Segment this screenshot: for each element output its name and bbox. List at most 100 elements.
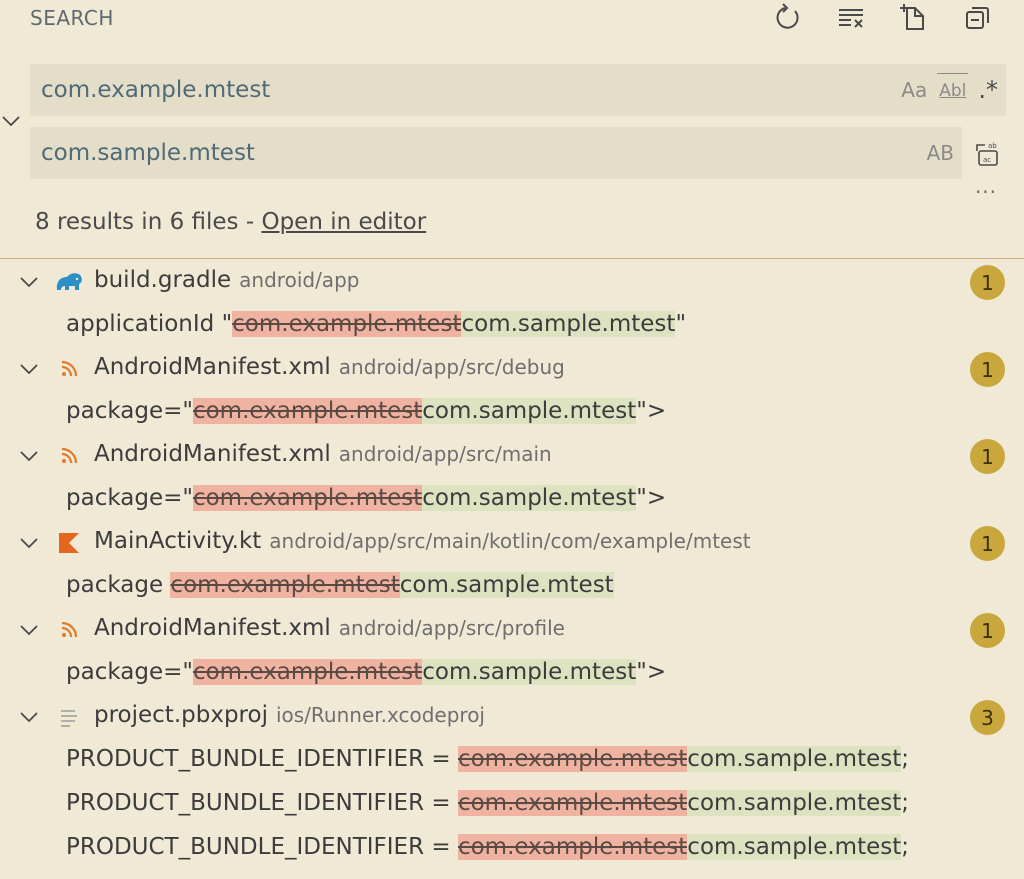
file-name[interactable]: AndroidManifest.xml android/app/src/debug [94,354,565,380]
search-panel: SEARCH com.example.mtest Aa Abl .* com.s… [0,0,1024,879]
removed-text: com.example.mtest [457,834,688,860]
added-text: com.sample.mtest [461,311,676,337]
divider [0,258,1024,259]
added-text: com.sample.mtest [422,398,637,424]
chevron-down-icon[interactable] [16,269,42,295]
match-suffix: ; [901,834,909,860]
match-count-badge: 1 [970,352,1005,387]
match-count-badge: 1 [970,265,1005,300]
gradle-elephant-icon [54,268,84,296]
chevron-down-icon[interactable] [16,443,42,469]
match-prefix: PRODUCT_BUNDLE_IDENTIFIER = [66,834,458,860]
file-row[interactable]: AndroidManifest.xml android/app/src/main 1 [0,434,1024,477]
added-text: com.sample.mtest [687,790,902,816]
svg-text:ac: ac [983,156,991,164]
new-search-editor-icon[interactable] [897,0,931,34]
collapse-all-icon[interactable] [960,0,994,34]
chevron-down-icon[interactable] [16,530,42,556]
removed-text: com.example.mtest [457,746,688,772]
file-row[interactable]: AndroidManifest.xml android/app/src/profi… [0,608,1024,651]
open-in-editor-link[interactable]: Open in editor [261,209,426,235]
clear-results-icon[interactable] [834,0,868,34]
match-prefix: package [66,572,171,598]
match-text: PRODUCT_BUNDLE_IDENTIFIER = com.example.… [66,834,909,860]
search-input-value[interactable]: com.example.mtest [30,77,901,103]
added-text: com.sample.mtest [399,572,614,598]
panel-title: SEARCH [30,6,114,30]
search-input[interactable]: com.example.mtest Aa Abl .* [30,64,1006,116]
match-prefix: package=" [66,398,193,424]
toggle-replace-chevron-icon[interactable] [0,108,22,134]
file-path: android/app [239,268,360,292]
match-case-toggle[interactable]: Aa [901,73,927,107]
replace-input-value[interactable]: com.sample.mtest [30,140,927,166]
results-count: 8 results in 6 files - [35,209,262,235]
file-row[interactable]: build.gradle android/app 1 [0,260,1024,303]
added-text: com.sample.mtest [687,746,902,772]
rss-xml-icon [54,442,84,470]
file-row[interactable]: AndroidManifest.xml android/app/src/debug… [0,347,1024,390]
match-suffix: " [675,311,687,337]
file-name[interactable]: MainActivity.kt android/app/src/main/kotl… [94,528,751,554]
match-text: package="com.example.mtestcom.sample.mte… [66,659,666,685]
match-text: package="com.example.mtestcom.sample.mte… [66,485,666,511]
added-text: com.sample.mtest [687,834,902,860]
match-row[interactable]: package="com.example.mtestcom.sample.mte… [0,651,1024,695]
match-row[interactable]: package="com.example.mtestcom.sample.mte… [0,477,1024,521]
match-row[interactable]: PRODUCT_BUNDLE_IDENTIFIER = com.example.… [0,826,1024,870]
replace-all-icon[interactable]: ab ac [970,136,1006,172]
file-path: android/app/src/profile [338,616,565,640]
match-text: package="com.example.mtestcom.sample.mte… [66,398,666,424]
rss-xml-icon [54,616,84,644]
chevron-down-icon[interactable] [16,356,42,382]
replace-input[interactable]: com.sample.mtest AB [30,127,962,179]
file-row[interactable]: MainActivity.kt android/app/src/main/kotl… [0,521,1024,564]
match-prefix: package=" [66,485,193,511]
match-row[interactable]: PRODUCT_BUNDLE_IDENTIFIER = com.example.… [0,738,1024,782]
match-prefix: applicationId " [66,311,233,337]
file-path: ios/Runner.xcodeproj [275,703,485,727]
kotlin-icon [54,529,84,557]
match-row[interactable]: package com.example.mtestcom.sample.mtes… [0,564,1024,608]
match-count-badge: 1 [970,613,1005,648]
match-suffix: ; [901,790,909,816]
match-text: PRODUCT_BUNDLE_IDENTIFIER = com.example.… [66,790,909,816]
match-text: package com.example.mtestcom.sample.mtes… [66,572,614,598]
file-name[interactable]: AndroidManifest.xml android/app/src/profi… [94,615,565,641]
match-prefix: PRODUCT_BUNDLE_IDENTIFIER = [66,790,458,816]
refresh-icon[interactable] [771,0,805,34]
file-path: android/app/src/main/kotlin/com/example/… [269,529,751,553]
match-text: applicationId "com.example.mtestcom.samp… [66,311,686,337]
removed-text: com.example.mtest [232,311,462,337]
preserve-case-toggle[interactable]: AB [927,136,954,170]
match-whole-word-toggle[interactable]: Abl [937,72,969,108]
file-name[interactable]: project.pbxproj ios/Runner.xcodeproj [94,702,485,728]
file-name[interactable]: build.gradle android/app [94,267,359,293]
added-text: com.sample.mtest [422,485,637,511]
match-count-badge: 1 [970,526,1005,561]
match-row[interactable]: PRODUCT_BUNDLE_IDENTIFIER = com.example.… [0,782,1024,826]
file-path: android/app/src/main [338,442,552,466]
match-prefix: package=" [66,659,193,685]
file-name[interactable]: AndroidManifest.xml android/app/src/main [94,441,552,467]
svg-text:ab: ab [988,142,997,150]
more-options-icon[interactable]: ··· [968,180,1004,204]
removed-text: com.example.mtest [192,398,423,424]
results-tree: build.gradle android/app 1 applicationId "c… [0,260,1024,870]
file-path: android/app/src/debug [338,355,565,379]
added-text: com.sample.mtest [422,659,637,685]
match-suffix: "> [636,398,667,424]
use-regex-toggle[interactable]: .* [978,73,998,107]
match-suffix: "> [636,659,667,685]
removed-text: com.example.mtest [192,659,423,685]
chevron-down-icon[interactable] [16,704,42,730]
match-row[interactable]: applicationId "com.example.mtestcom.samp… [0,303,1024,347]
file-row[interactable]: project.pbxproj ios/Runner.xcodeproj 3 [0,695,1024,738]
match-row[interactable]: package="com.example.mtestcom.sample.mte… [0,390,1024,434]
match-count-badge: 3 [970,700,1005,735]
rss-xml-icon [54,355,84,383]
match-text: PRODUCT_BUNDLE_IDENTIFIER = com.example.… [66,746,909,772]
results-summary: 8 results in 6 files - Open in editor [35,209,426,235]
removed-text: com.example.mtest [192,485,423,511]
chevron-down-icon[interactable] [16,617,42,643]
